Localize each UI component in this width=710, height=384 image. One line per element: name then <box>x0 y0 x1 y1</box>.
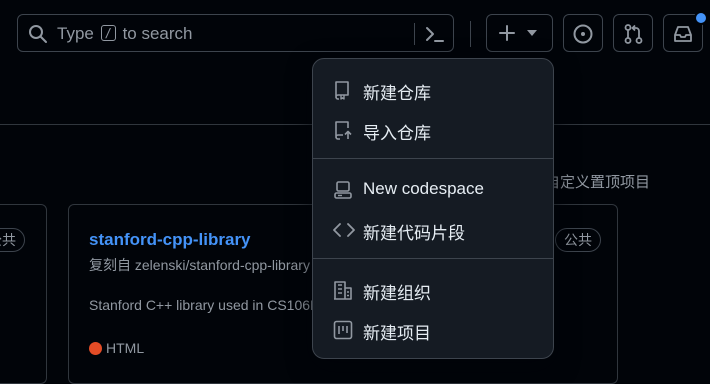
visibility-badge: 公共 <box>0 228 25 252</box>
menu-item-import-repository[interactable]: 导入仓库 <box>321 111 545 147</box>
language-name: HTML <box>106 340 145 356</box>
repo-description: Stanford C++ library used in CS106B <box>89 297 320 313</box>
notification-dot <box>694 11 708 25</box>
repo-language: HTML <box>89 340 144 356</box>
menu-item-label: New codespace <box>363 179 484 198</box>
search-input[interactable]: Type / to search <box>17 14 454 52</box>
issues-button[interactable] <box>563 14 603 52</box>
repo-icon <box>335 81 349 100</box>
git-pull-request-icon <box>624 24 643 44</box>
create-new-menu: 新建仓库 导入仓库 New codespace 新建代码片段 新建组织 新建项目 <box>312 58 554 359</box>
header-divider <box>470 21 471 47</box>
menu-item-label: 新建项目 <box>363 324 431 343</box>
menu-item-new-organization[interactable]: 新建组织 <box>321 271 545 307</box>
menu-item-new-codespace[interactable]: New codespace <box>321 171 545 207</box>
search-placeholder: Type / to search <box>57 24 193 44</box>
command-palette-icon[interactable] <box>423 23 445 45</box>
code-icon <box>333 223 355 237</box>
menu-divider <box>313 158 553 159</box>
plus-icon <box>499 25 515 41</box>
search-placeholder-prefix: Type <box>57 24 94 43</box>
language-color-dot <box>89 342 102 355</box>
pinned-repo-card: 公共 <box>0 204 47 384</box>
chevron-down-icon <box>527 30 537 36</box>
repo-name-link[interactable]: stanford-cpp-library <box>89 230 251 250</box>
menu-item-label: 导入仓库 <box>363 124 431 143</box>
repo-push-icon <box>335 121 352 140</box>
menu-item-new-project[interactable]: 新建项目 <box>321 311 545 347</box>
create-new-button[interactable] <box>486 14 553 52</box>
menu-item-new-repository[interactable]: 新建仓库 <box>321 71 545 107</box>
search-shortcut-key: / <box>100 25 116 41</box>
codespaces-icon <box>334 181 352 199</box>
organization-icon <box>334 281 352 300</box>
pull-requests-button[interactable] <box>613 14 653 52</box>
issue-opened-icon <box>573 24 593 44</box>
menu-item-new-gist[interactable]: 新建代码片段 <box>321 211 545 247</box>
search-divider <box>414 23 415 45</box>
customize-pins-link[interactable]: 自定义置顶项目 <box>545 171 650 192</box>
search-icon <box>29 25 47 43</box>
visibility-badge: 公共 <box>555 228 601 252</box>
project-icon <box>333 320 353 340</box>
inbox-icon <box>674 26 692 42</box>
menu-divider <box>313 258 553 259</box>
menu-item-label: 新建仓库 <box>363 84 431 103</box>
menu-item-label: 新建代码片段 <box>363 224 465 243</box>
search-placeholder-suffix: to search <box>122 24 193 43</box>
forked-from-text: 复刻自 zelenski/stanford-cpp-library <box>89 257 310 273</box>
menu-item-label: 新建组织 <box>363 284 431 303</box>
